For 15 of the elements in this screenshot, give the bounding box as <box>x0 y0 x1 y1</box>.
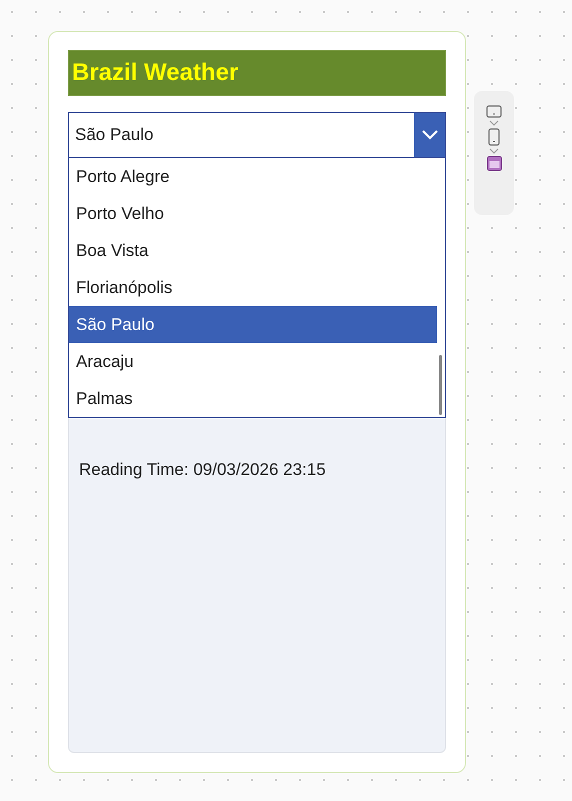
dropdown-option[interactable]: Florianópolis <box>69 269 437 306</box>
phone-icon[interactable] <box>488 128 500 146</box>
app-title: Brazil Weather <box>68 50 446 96</box>
dropdown-option[interactable]: Porto Alegre <box>69 158 437 195</box>
dropdown-option[interactable]: Porto Velho <box>69 195 437 232</box>
chevron-down-icon[interactable] <box>414 113 445 157</box>
dropdown-option[interactable]: Palmas <box>69 380 437 417</box>
detail-text: Reading Time: 09/03/2026 23:15 <box>79 459 327 481</box>
dropdown-option[interactable]: São Paulo <box>69 306 437 343</box>
window-icon[interactable] <box>486 156 502 171</box>
dropdown-option[interactable]: Aracaju <box>69 343 437 380</box>
tablet-icon[interactable] <box>486 105 502 118</box>
city-dropdown[interactable]: São Paulo <box>68 112 446 158</box>
dropdown-option[interactable]: Boa Vista <box>69 232 437 269</box>
scrollbar-thumb[interactable] <box>439 355 442 415</box>
